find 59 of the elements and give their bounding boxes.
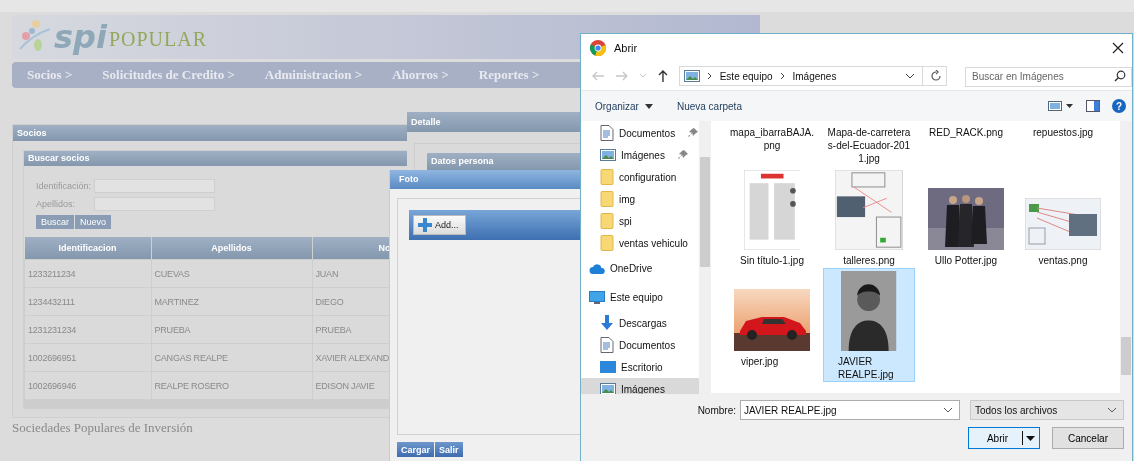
file-item[interactable]: Sin título-1.jpg — [726, 167, 818, 268]
dialog-title: Abrir — [614, 42, 638, 54]
file-type-select[interactable]: Todos los archivos — [970, 400, 1124, 420]
column-header: Identificacion — [24, 237, 151, 260]
nav-item[interactable]: Escritorio — [581, 356, 699, 378]
file-name: mapa_ibarraBAJA.png — [729, 126, 815, 152]
open-button[interactable]: Abrir — [968, 427, 1040, 449]
table-cell: 1002696946 — [24, 371, 151, 400]
file-item[interactable]: talleres.png — [823, 167, 915, 268]
table-cell: REALPE ROSERO — [151, 371, 312, 400]
nav-item[interactable]: Descargas — [581, 312, 699, 334]
table-cell: 1234432111 — [24, 287, 151, 316]
organize-button[interactable]: Organizar — [595, 100, 653, 112]
nav-item[interactable]: spi — [581, 210, 699, 232]
table-cell: CUEVAS — [151, 259, 312, 288]
table-cell: 1233211234 — [24, 259, 151, 288]
file-name: JAVIER REALPE.jpg — [837, 355, 895, 381]
dialog-button[interactable]: Salir — [435, 442, 463, 457]
file-name: viper.jpg — [740, 355, 780, 368]
nav-item[interactable]: OneDrive — [581, 254, 699, 283]
nav-item[interactable]: ventas vehiculo — [581, 232, 699, 254]
table-cell: 1002696951 — [24, 343, 151, 372]
file-item[interactable]: repuestos.jpg — [1017, 125, 1109, 167]
file-name: talleres.png — [842, 254, 896, 267]
file-item[interactable]: RED_RACK.png — [920, 125, 1012, 167]
file-item[interactable]: mapa_ibarraBAJA.png — [726, 125, 818, 167]
file-name: Ullo Potter.jpg — [933, 254, 999, 267]
dialog-button[interactable]: Cargar — [397, 442, 434, 457]
breadcrumb-item[interactable]: Este equipo — [719, 70, 773, 82]
file-item[interactable]: viper.jpg — [726, 268, 818, 382]
help-button[interactable]: ? — [1112, 99, 1126, 113]
new-folder-button[interactable]: Nueva carpeta — [676, 100, 742, 112]
file-name: ventas.png — [1037, 254, 1089, 267]
address-bar[interactable]: Este equipo Imágenes — [678, 66, 947, 86]
file-name: repuestos.jpg — [1031, 126, 1094, 139]
table-cell: 1231231234 — [24, 315, 151, 344]
table-cell: CANGAS REALPE — [151, 343, 312, 372]
nav-item[interactable]: Documentos — [581, 334, 699, 356]
file-item[interactable]: ventas.png — [1017, 167, 1109, 268]
add-button[interactable]: Add... — [413, 215, 466, 235]
cancel-button[interactable]: Cancelar — [1052, 427, 1124, 449]
table-cell: PRUEBA — [151, 315, 312, 344]
column-header: Apellidos — [151, 237, 312, 260]
nav-item[interactable]: Este equipo — [581, 283, 699, 312]
file-name-field[interactable]: JAVIER REALPE.jpg — [740, 400, 960, 420]
field-label: Nombre: — [697, 404, 736, 416]
file-name: Sin título-1.jpg — [739, 254, 805, 267]
file-item[interactable]: JAVIER REALPE.jpg — [823, 268, 915, 382]
logo-subtitle: POPULAR — [108, 27, 208, 51]
table-cell: MARTINEZ — [151, 287, 312, 316]
nav-item[interactable]: img — [581, 188, 699, 210]
footer-text: Sociedades Populares de Inversión — [12, 420, 194, 436]
field-label: Apellidos: — [36, 199, 77, 209]
file-item[interactable]: Ullo Potter.jpg — [920, 167, 1012, 268]
file-name: RED_RACK.png — [928, 126, 1004, 139]
logo-text: spi — [54, 18, 107, 56]
breadcrumb-item[interactable]: Imágenes — [792, 70, 837, 82]
field-label: Identificación: — [36, 181, 93, 191]
search-field[interactable]: Buscar en Imágenes — [965, 66, 1132, 87]
